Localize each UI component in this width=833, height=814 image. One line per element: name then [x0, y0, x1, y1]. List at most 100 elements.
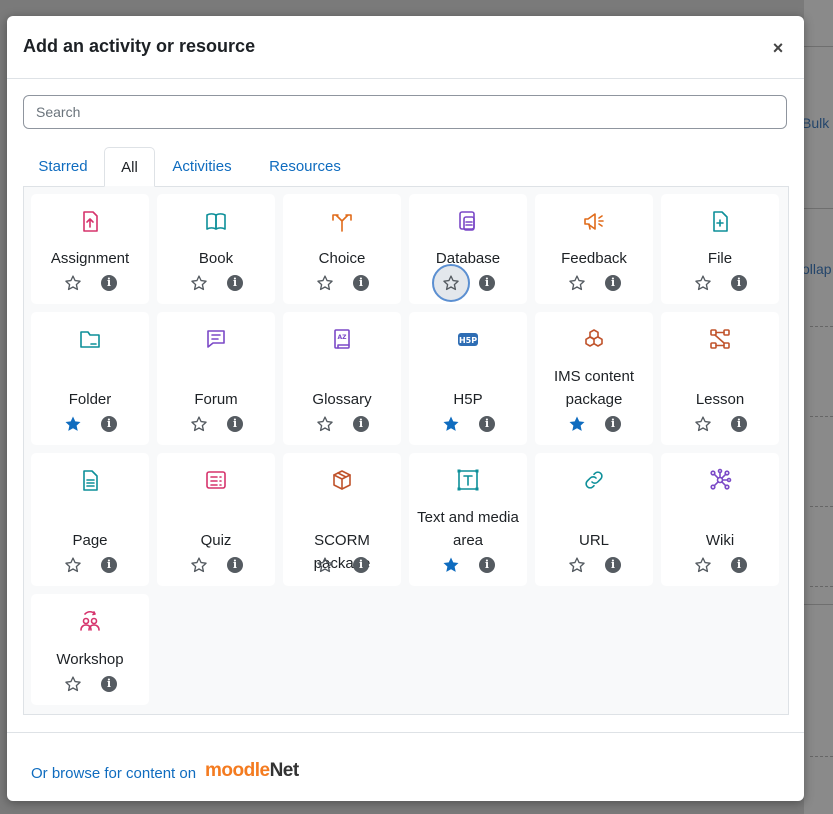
activity-card-workshop[interactable]: Workshop i: [31, 594, 149, 705]
activity-card-book[interactable]: Book i: [157, 194, 275, 304]
star-outline-icon[interactable]: [316, 556, 334, 574]
folder-icon: [78, 326, 102, 352]
divider: [810, 416, 833, 417]
info-icon[interactable]: i: [479, 275, 495, 291]
star-outline-icon[interactable]: [316, 274, 334, 292]
logo-text: Net: [269, 760, 300, 781]
star-filled-icon[interactable]: [64, 415, 82, 433]
info-icon[interactable]: i: [731, 416, 747, 432]
activity-name: Text and media area: [417, 509, 519, 549]
assignment-icon: [78, 208, 102, 234]
activity-card-lesson[interactable]: Lesson i: [661, 312, 779, 445]
info-icon[interactable]: i: [101, 275, 117, 291]
lesson-icon: [708, 326, 732, 352]
file-icon: [708, 208, 732, 234]
activity-card-url[interactable]: URL i: [535, 453, 653, 586]
info-icon[interactable]: i: [101, 676, 117, 692]
info-icon[interactable]: i: [101, 416, 117, 432]
page-icon: [78, 467, 102, 493]
activity-name: Database: [435, 250, 501, 267]
choice-icon: [330, 208, 354, 234]
divider: [804, 208, 833, 209]
activity-card-quiz[interactable]: Quiz i: [157, 453, 275, 586]
star-outline-icon[interactable]: [568, 556, 586, 574]
activity-name: Book: [198, 250, 234, 267]
moodlenet-logo[interactable]: moodleNet: [205, 760, 299, 784]
activity-card-h5p[interactable]: H5P H5P i: [409, 312, 527, 445]
activity-card-forum[interactable]: Forum i: [157, 312, 275, 445]
activity-name: Workshop: [56, 651, 124, 668]
divider: [810, 756, 833, 757]
star-outline-icon[interactable]: [442, 274, 460, 292]
activity-name: IMS content package: [553, 368, 635, 408]
star-outline-icon[interactable]: [64, 274, 82, 292]
star-outline-icon[interactable]: [64, 675, 82, 693]
activity-name: Page: [72, 532, 108, 549]
activity-card-choice[interactable]: Choice i: [283, 194, 401, 304]
forum-icon: [204, 326, 228, 352]
info-icon[interactable]: i: [605, 416, 621, 432]
info-icon[interactable]: i: [479, 557, 495, 573]
activity-grid: Assignment i Book i Choice i Database i Feedback…: [23, 186, 789, 715]
activity-card-file[interactable]: File i: [661, 194, 779, 304]
info-icon[interactable]: i: [227, 557, 243, 573]
star-outline-icon[interactable]: [190, 556, 208, 574]
activity-card-ims-content-package[interactable]: IMS content package i: [535, 312, 653, 445]
divider: [804, 46, 833, 47]
info-icon[interactable]: i: [353, 557, 369, 573]
info-icon[interactable]: i: [353, 416, 369, 432]
activity-name: Quiz: [200, 532, 232, 549]
activity-card-glossary[interactable]: AZ Glossary i: [283, 312, 401, 445]
tab-all[interactable]: All: [104, 147, 155, 187]
star-outline-icon[interactable]: [694, 274, 712, 292]
activity-card-wiki[interactable]: Wiki i: [661, 453, 779, 586]
star-outline-icon[interactable]: [316, 415, 334, 433]
collapse-link: ollap: [802, 261, 832, 277]
text-media-icon: [456, 467, 480, 493]
info-icon[interactable]: i: [605, 557, 621, 573]
activity-card-scorm-package[interactable]: SCORM package i: [283, 453, 401, 586]
activity-card-assignment[interactable]: Assignment i: [31, 194, 149, 304]
info-icon[interactable]: i: [731, 275, 747, 291]
info-icon[interactable]: i: [605, 275, 621, 291]
star-outline-icon[interactable]: [694, 556, 712, 574]
browse-moodlenet-link[interactable]: Or browse for content on: [31, 765, 196, 782]
info-icon[interactable]: i: [353, 275, 369, 291]
star-outline-icon[interactable]: [190, 274, 208, 292]
star-filled-icon[interactable]: [442, 556, 460, 574]
star-outline-icon[interactable]: [64, 556, 82, 574]
search-input[interactable]: [23, 95, 787, 129]
info-icon[interactable]: i: [101, 557, 117, 573]
activity-name: Assignment: [50, 250, 130, 267]
close-button[interactable]: ×: [769, 38, 787, 58]
tab-activities[interactable]: Activities: [161, 147, 243, 187]
info-icon[interactable]: i: [227, 275, 243, 291]
tab-resources[interactable]: Resources: [253, 147, 357, 187]
activity-name: H5P: [453, 391, 483, 408]
info-icon[interactable]: i: [731, 557, 747, 573]
activity-card-page[interactable]: Page i: [31, 453, 149, 586]
star-filled-icon[interactable]: [442, 415, 460, 433]
divider: [810, 586, 833, 587]
star-outline-icon[interactable]: [694, 415, 712, 433]
ims-package-icon: [582, 326, 606, 352]
activity-name: Feedback: [561, 250, 627, 267]
activity-card-folder[interactable]: Folder i: [31, 312, 149, 445]
info-icon[interactable]: i: [479, 416, 495, 432]
activity-name: SCORM package: [313, 532, 371, 572]
divider: [810, 326, 833, 327]
star-outline-icon[interactable]: [190, 415, 208, 433]
star-outline-icon[interactable]: [568, 274, 586, 292]
divider: [804, 604, 833, 605]
svg-text:H5P: H5P: [459, 336, 477, 345]
quiz-icon: [204, 467, 228, 493]
star-filled-icon[interactable]: [568, 415, 586, 433]
tab-starred[interactable]: Starred: [23, 147, 103, 187]
activity-card-text-and-media-area[interactable]: Text and media area i: [409, 453, 527, 586]
divider: [810, 506, 833, 507]
info-icon[interactable]: i: [227, 416, 243, 432]
activity-card-feedback[interactable]: Feedback i: [535, 194, 653, 304]
bulk-edit-link: Bulk: [802, 115, 830, 131]
scorm-icon: [330, 467, 354, 493]
activity-card-database[interactable]: Database i: [409, 194, 527, 304]
